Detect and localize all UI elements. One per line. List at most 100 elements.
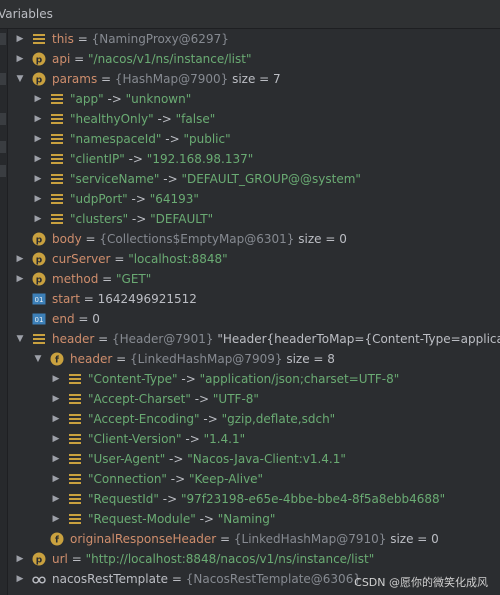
variable-row[interactable]: 01 end = 0 <box>8 309 500 329</box>
variable-row[interactable]: 01 start = 1642496921512 <box>8 289 500 309</box>
gutter-marker <box>0 141 6 153</box>
variable-row[interactable]: ▶ "app" -> "unknown" <box>8 89 500 109</box>
chevron-right-icon[interactable]: ▶ <box>14 53 26 65</box>
chevron-right-icon[interactable]: ▶ <box>32 93 44 105</box>
chevron-right-icon[interactable]: ▶ <box>14 573 26 585</box>
variable-row[interactable]: ▼ p params = {HashMap@7900} size = 7 <box>8 69 500 89</box>
entry-value: "DEFAULT_GROUP@@system" <box>181 172 361 186</box>
chevron-right-icon[interactable]: ▶ <box>50 433 62 445</box>
field-icon <box>50 112 64 126</box>
variable-row[interactable]: ▶ p method = "GET" <box>8 269 500 289</box>
variable-value: "localhost:8848" <box>128 252 228 266</box>
entry-key: "Connection" <box>88 472 167 486</box>
variable-row[interactable]: ▶ "clientIP" -> "192.168.98.137" <box>8 149 500 169</box>
variable-ref: {Collections$EmptyMap@6301} <box>99 232 295 246</box>
entry-key: "Content-Type" <box>88 372 178 386</box>
panel-header: Variables <box>0 0 500 29</box>
chevron-right-icon[interactable]: ▶ <box>50 393 62 405</box>
variable-name: method <box>52 272 99 286</box>
variable-text: body = {Collections$EmptyMap@6301} size … <box>52 232 347 246</box>
entry-value: "Keep-Alive" <box>188 472 264 486</box>
variable-row[interactable]: ▶ "RequestId" -> "97f23198-e65e-4bbe-bbe4… <box>8 489 500 509</box>
variable-row[interactable]: ▶ p curServer = "localhost:8848" <box>8 249 500 269</box>
variable-name: start <box>52 292 80 306</box>
variable-name: nacosRestTemplate <box>52 572 169 586</box>
final-field-icon: f <box>50 532 64 546</box>
entry-value: "public" <box>183 132 231 146</box>
watermark: CSDN @愿你的微笑化成风 <box>354 576 488 589</box>
variable-row[interactable]: ▶ "serviceName" -> "DEFAULT_GROUP@@system… <box>8 169 500 189</box>
chevron-right-icon[interactable]: ▶ <box>32 173 44 185</box>
chevron-right-icon[interactable]: ▶ <box>50 413 62 425</box>
chevron-right-icon[interactable]: ▶ <box>14 273 26 285</box>
entry-value: "Nacos-Java-Client:v1.4.1" <box>187 452 346 466</box>
chevron-right-icon[interactable]: ▶ <box>14 33 26 45</box>
variable-row[interactable]: ▼ f header = {LinkedHashMap@7909} size = 8 <box>8 349 500 369</box>
parameter-icon: p <box>32 272 46 286</box>
chevron-right-icon[interactable]: ▶ <box>32 213 44 225</box>
entry-key: "namespaceId" <box>70 132 162 146</box>
variable-text: header = {LinkedHashMap@7909} size = 8 <box>70 352 335 366</box>
parameter-icon: p <box>32 52 46 66</box>
chevron-right-icon[interactable]: ▶ <box>14 253 26 265</box>
svg-text:p: p <box>36 256 43 266</box>
variable-row[interactable]: ▶ "Connection" -> "Keep-Alive" <box>8 469 500 489</box>
chevron-right-icon[interactable]: ▶ <box>50 493 62 505</box>
entry-key: "Request-Module" <box>88 512 196 526</box>
variable-text: end = 0 <box>52 312 100 326</box>
variable-text: "User-Agent" -> "Nacos-Java-Client:v1.4.… <box>88 452 346 466</box>
variable-text: start = 1642496921512 <box>52 292 197 306</box>
field-icon <box>50 92 64 106</box>
variable-row[interactable]: ▼ header = {Header@7901} "Header{headerTo… <box>8 329 500 349</box>
field-icon <box>68 432 82 446</box>
chevron-right-icon[interactable]: ▶ <box>50 473 62 485</box>
variable-row[interactable]: ▶ p url = "http://localhost:8848/nacos/v1/… <box>8 549 500 569</box>
variable-row[interactable]: ▶ "clusters" -> "DEFAULT" <box>8 209 500 229</box>
field-icon <box>68 492 82 506</box>
gutter-marker <box>0 73 6 85</box>
variables-tree[interactable]: ▶ this = {NamingProxy@6297} ▶ p api = "/naco… <box>8 29 500 595</box>
gutter-marker <box>0 33 6 45</box>
variable-row[interactable]: ▶ "User-Agent" -> "Nacos-Java-Client:v1.4… <box>8 449 500 469</box>
chevron-right-icon[interactable]: ▶ <box>50 373 62 385</box>
svg-text:01: 01 <box>35 316 44 324</box>
chevron-right-icon[interactable]: ▶ <box>50 513 62 525</box>
chevron-right-icon[interactable]: ▶ <box>32 193 44 205</box>
parameter-icon: p <box>32 552 46 566</box>
chevron-right-icon[interactable]: ▶ <box>14 553 26 565</box>
variable-row[interactable]: ▶ "healthyOnly" -> "false" <box>8 109 500 129</box>
chevron-down-icon[interactable]: ▼ <box>14 73 26 85</box>
chevron-right-icon[interactable]: ▶ <box>32 133 44 145</box>
variable-row[interactable]: ▶ "namespaceId" -> "public" <box>8 129 500 149</box>
chevron-right-icon[interactable]: ▶ <box>32 153 44 165</box>
variable-name: url <box>52 552 68 566</box>
variable-row[interactable]: ▶ "Accept-Encoding" -> "gzip,deflate,sdch… <box>8 409 500 429</box>
variable-row[interactable]: ▶ "Content-Type" -> "application/json;cha… <box>8 369 500 389</box>
entry-key: "app" <box>70 92 104 106</box>
chevron-right-icon[interactable]: ▶ <box>50 453 62 465</box>
chevron-down-icon[interactable]: ▼ <box>14 333 26 345</box>
variable-name: curServer <box>52 252 111 266</box>
chevron-down-icon[interactable]: ▼ <box>32 353 44 365</box>
variable-row[interactable]: ▶ p api = "/nacos/v1/ns/instance/list" <box>8 49 500 69</box>
variable-row[interactable]: p body = {Collections$EmptyMap@6301} size… <box>8 229 500 249</box>
variable-row[interactable]: ▶ "udpPort" -> "64193" <box>8 189 500 209</box>
variable-text: "serviceName" -> "DEFAULT_GROUP@@system" <box>70 172 361 186</box>
entry-value: "unknown" <box>125 92 192 106</box>
entry-key: "clientIP" <box>70 152 125 166</box>
primitive-icon: 01 <box>32 292 46 306</box>
variable-row[interactable]: ▶ this = {NamingProxy@6297} <box>8 29 500 49</box>
chevron-right-icon[interactable]: ▶ <box>32 113 44 125</box>
entry-key: "healthyOnly" <box>70 112 154 126</box>
variable-row[interactable]: ▶ "Request-Module" -> "Naming" <box>8 509 500 529</box>
entry-value: "false" <box>175 112 216 126</box>
variable-row[interactable]: ▶ "Accept-Charset" -> "UTF-8" <box>8 389 500 409</box>
variable-ref: {NacosRestTemplate@6306} <box>185 572 361 586</box>
variable-text: "udpPort" -> "64193" <box>70 192 199 206</box>
entry-key: "serviceName" <box>70 172 160 186</box>
svg-text:p: p <box>36 236 43 246</box>
svg-text:01: 01 <box>35 296 44 304</box>
variable-row[interactable]: f originalResponseHeader = {LinkedHashMap… <box>8 529 500 549</box>
variable-row[interactable]: ▶ "Client-Version" -> "1.4.1" <box>8 429 500 449</box>
variable-text: nacosRestTemplate = {NacosRestTemplate@6… <box>52 572 361 586</box>
